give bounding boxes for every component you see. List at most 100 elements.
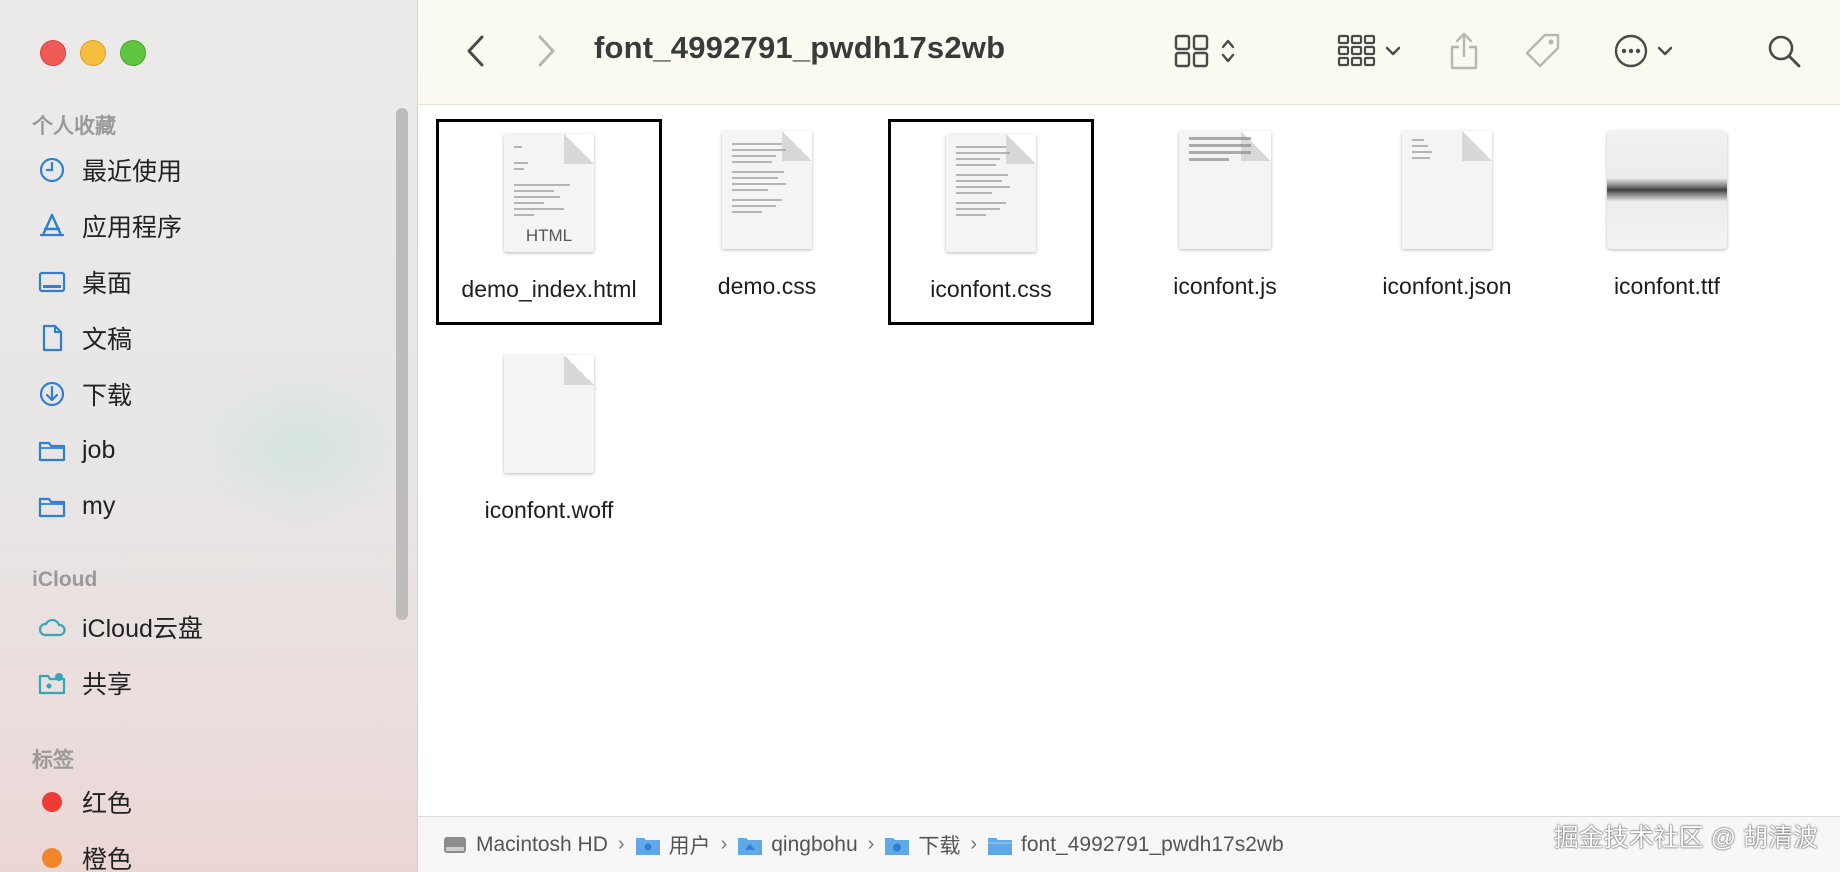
watermark: 掘金技术社区 @ 胡清波 [1553, 824, 1818, 852]
sidebar-item-label: 下载 [82, 382, 133, 410]
sidebar-item-job[interactable]: job [36, 430, 115, 470]
crumb-label: 用户 [668, 834, 711, 858]
file-item-iconfont-css[interactable]: iconfont.css [888, 119, 1094, 325]
file-grid: HTML demo_index.html demo.css iconfont.c… [418, 105, 1840, 815]
shared-folder-icon [36, 667, 68, 699]
font-file-icon [1607, 131, 1727, 249]
file-badge: HTML [525, 226, 573, 245]
share-button[interactable] [1442, 26, 1486, 76]
close-window-button[interactable] [40, 40, 66, 66]
sidebar-item-desktop[interactable]: 桌面 [36, 262, 132, 302]
crumb-label: qingbohu [771, 832, 858, 856]
sidebar-item-label: 文稿 [82, 326, 133, 354]
sidebar-item-icloud-drive[interactable]: iCloud云盘 [36, 607, 203, 647]
folder-icon [987, 834, 1013, 856]
home-folder-icon [737, 834, 763, 856]
sidebar-item-shared[interactable]: 共享 [36, 663, 132, 703]
disk-icon [442, 834, 468, 856]
file-name: demo_index.html [461, 276, 637, 302]
minimize-window-button[interactable] [80, 40, 106, 66]
chevron-right-icon [535, 34, 557, 68]
json-file-icon [1402, 131, 1492, 249]
toolbar: font_4992791_pwdh17s2wb [418, 0, 1840, 105]
chevron-updown-icon [1220, 36, 1236, 66]
sidebar-item-tag-red[interactable]: 红色 [36, 782, 132, 822]
chevron-left-icon [465, 34, 487, 68]
file-name: iconfont.ttf [1613, 273, 1721, 299]
downloads-folder-icon [884, 834, 910, 856]
crumb-label: Macintosh HD [476, 832, 608, 856]
path-separator: › [970, 833, 977, 855]
chevron-down-icon [1657, 45, 1673, 57]
path-separator: › [867, 833, 875, 855]
group-button[interactable] [1332, 26, 1406, 76]
path-crumb-home[interactable]: qingbohu [737, 832, 858, 857]
sidebar-item-label: 橙色 [82, 846, 133, 872]
sidebar-item-label: 红色 [82, 790, 133, 818]
file-name: iconfont.js [1173, 273, 1277, 299]
sidebar-scrollbar[interactable] [396, 108, 408, 620]
sidebar-item-tag-orange[interactable]: 橙色 [36, 838, 132, 872]
sidebar-item-label: job [82, 435, 116, 464]
text-file-icon [722, 131, 812, 249]
path-crumb-current-folder[interactable]: font_4992791_pwdh17s2wb [987, 833, 1284, 857]
view-mode-button[interactable] [1170, 26, 1240, 76]
sidebar-item-label: 共享 [82, 671, 133, 699]
zoom-window-button[interactable] [120, 40, 146, 66]
tag-button[interactable] [1520, 26, 1566, 76]
clock-icon [36, 154, 68, 186]
sidebar-item-downloads[interactable]: 下载 [36, 374, 132, 414]
sidebar-item-my[interactable]: my [36, 486, 115, 526]
file-item-demo-css[interactable]: demo.css [654, 119, 880, 325]
group-icon [1337, 34, 1377, 68]
cloud-icon [36, 611, 68, 643]
download-icon [36, 378, 68, 410]
file-item-iconfont-ttf[interactable]: iconfont.ttf [1554, 119, 1780, 325]
js-file-icon [1179, 131, 1271, 249]
desktop-icon [36, 266, 68, 298]
path-crumb-downloads[interactable]: 下载 [884, 830, 960, 860]
sidebar-item-recents[interactable]: 最近使用 [36, 150, 182, 190]
blank-file-icon [504, 355, 594, 473]
back-button[interactable] [456, 26, 496, 76]
path-crumb-users[interactable]: 用户 [635, 830, 711, 860]
crumb-label: font_4992791_pwdh17s2wb [1021, 832, 1284, 856]
file-name: iconfont.woff [484, 497, 614, 523]
sidebar-section-icloud: iCloud [32, 568, 98, 591]
file-name: iconfont.css [930, 276, 1052, 302]
path-separator: › [617, 833, 625, 855]
tag-dot-icon [36, 842, 68, 872]
path-separator: › [720, 833, 728, 855]
search-icon [1766, 33, 1802, 69]
chevron-down-icon [1385, 45, 1401, 57]
file-item-demo-index-html[interactable]: HTML demo_index.html [436, 119, 662, 325]
sidebar-section-favorites: 个人收藏 [32, 115, 116, 138]
more-actions-button[interactable] [1606, 26, 1680, 76]
file-item-iconfont-json[interactable]: iconfont.json [1334, 119, 1560, 325]
file-name: demo.css [717, 273, 817, 299]
file-item-iconfont-js[interactable]: iconfont.js [1112, 119, 1338, 325]
crumb-label: 下载 [918, 834, 961, 858]
path-crumb-macintosh-hd[interactable]: Macintosh HD [442, 833, 608, 857]
folder-icon [36, 434, 68, 466]
applications-icon [36, 210, 68, 242]
tag-icon [1523, 31, 1563, 71]
search-button[interactable] [1762, 26, 1806, 76]
sidebar-item-label: 应用程序 [82, 214, 183, 242]
file-name: iconfont.json [1382, 273, 1512, 299]
sidebar-item-label: 桌面 [82, 270, 133, 298]
sidebar-section-tags: 标签 [32, 749, 74, 772]
sidebar-item-applications[interactable]: 应用程序 [36, 206, 182, 246]
sidebar-item-label: my [82, 491, 116, 520]
tag-dot-icon [36, 786, 68, 818]
sidebar-item-label: 最近使用 [82, 158, 183, 186]
forward-button[interactable] [526, 26, 566, 76]
ellipsis-circle-icon [1613, 33, 1649, 69]
window-title: font_4992791_pwdh17s2wb [594, 30, 1006, 65]
document-icon [36, 322, 68, 354]
users-folder-icon [635, 834, 661, 856]
sidebar-item-label: iCloud云盘 [82, 615, 203, 643]
folder-icon [36, 490, 68, 522]
sidebar-item-documents[interactable]: 文稿 [36, 318, 132, 358]
file-item-iconfont-woff[interactable]: iconfont.woff [436, 343, 662, 549]
